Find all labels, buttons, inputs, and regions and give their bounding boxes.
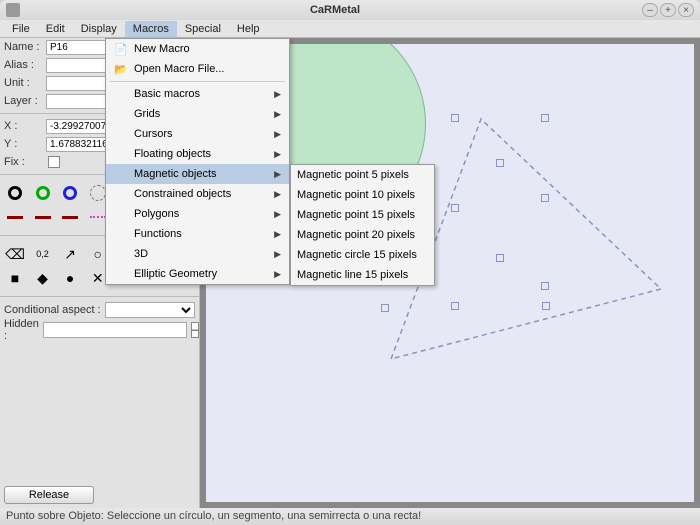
hidden-input[interactable] [43, 322, 187, 338]
precision-icon[interactable]: 0,2 [32, 243, 54, 265]
hidden-toggle[interactable]: – [191, 322, 199, 338]
menu-cursors[interactable]: Cursors▶ [106, 124, 289, 144]
new-macro-icon: 📄 [112, 43, 130, 56]
menu-grids[interactable]: Grids▶ [106, 104, 289, 124]
submenu-magnetic-line-15[interactable]: Magnetic line 15 pixels [291, 265, 434, 285]
unit-label: Unit : [4, 77, 46, 89]
handle[interactable] [541, 114, 549, 122]
status-text: Punto sobre Objeto: Seleccione un círcul… [6, 510, 421, 522]
menu-constrained-objects[interactable]: Constrained objects▶ [106, 184, 289, 204]
menu-help[interactable]: Help [229, 21, 268, 37]
magnetic-submenu: Magnetic point 5 pixels Magnetic point 1… [290, 164, 435, 286]
app-icon [6, 3, 20, 17]
submenu-arrow-icon: ▶ [250, 209, 281, 220]
macros-menu: 📄New Macro 📂Open Macro File... Basic mac… [105, 38, 290, 285]
layer-label: Layer : [4, 95, 46, 107]
menu-3d[interactable]: 3D▶ [106, 244, 289, 264]
submenu-arrow-icon: ▶ [250, 229, 281, 240]
maximize-button[interactable]: + [660, 3, 676, 17]
line-solid-icon[interactable] [4, 206, 26, 228]
menu-file[interactable]: File [4, 21, 38, 37]
diamond-icon[interactable]: ◆ [32, 267, 54, 289]
menu-display[interactable]: Display [73, 21, 125, 37]
y-label: Y : [4, 138, 46, 150]
menu-polygons[interactable]: Polygons▶ [106, 204, 289, 224]
circle-blue-icon[interactable] [59, 182, 81, 204]
fix-label: Fix : [4, 156, 46, 168]
submenu-arrow-icon: ▶ [250, 249, 281, 260]
menu-elliptic-geometry[interactable]: Elliptic Geometry▶ [106, 264, 289, 284]
submenu-arrow-icon: ▶ [250, 169, 281, 180]
circle-green-icon[interactable] [32, 182, 54, 204]
submenu-magnetic-circle-15[interactable]: Magnetic circle 15 pixels [291, 245, 434, 265]
release-label: Release [29, 489, 69, 501]
statusbar: Punto sobre Objeto: Seleccione un círcul… [0, 508, 700, 525]
close-button[interactable]: × [678, 3, 694, 17]
handle[interactable] [496, 254, 504, 262]
line-blue-icon[interactable] [59, 206, 81, 228]
menu-macros[interactable]: Macros [125, 21, 177, 37]
arrow-icon[interactable]: ↗ [59, 243, 81, 265]
menu-floating-objects[interactable]: Floating objects▶ [106, 144, 289, 164]
handle[interactable] [541, 194, 549, 202]
fix-checkbox[interactable] [48, 156, 60, 168]
handle[interactable] [451, 302, 459, 310]
conditional-select[interactable] [105, 302, 195, 318]
submenu-magnetic-point-5[interactable]: Magnetic point 5 pixels [291, 165, 434, 185]
handle[interactable] [451, 114, 459, 122]
handle[interactable] [496, 159, 504, 167]
alias-label: Alias : [4, 59, 46, 71]
dot-icon[interactable]: ● [59, 267, 81, 289]
name-label: Name : [4, 41, 46, 53]
submenu-arrow-icon: ▶ [250, 269, 281, 280]
submenu-arrow-icon: ▶ [250, 109, 281, 120]
menu-functions[interactable]: Functions▶ [106, 224, 289, 244]
line-green-icon[interactable] [32, 206, 54, 228]
minimize-button[interactable]: – [642, 3, 658, 17]
circle-black-icon[interactable] [4, 182, 26, 204]
menu-new-macro[interactable]: 📄New Macro [106, 39, 289, 59]
menu-magnetic-objects[interactable]: Magnetic objects▶ [106, 164, 289, 184]
submenu-magnetic-point-15[interactable]: Magnetic point 15 pixels [291, 205, 434, 225]
titlebar: CaRMetal – + × [0, 0, 700, 20]
menubar: File Edit Display Macros Special Help [0, 20, 700, 38]
menu-edit[interactable]: Edit [38, 21, 73, 37]
eraser-icon[interactable]: ⌫ [4, 243, 26, 265]
submenu-arrow-icon: ▶ [250, 149, 281, 160]
submenu-magnetic-point-20[interactable]: Magnetic point 20 pixels [291, 225, 434, 245]
submenu-arrow-icon: ▶ [250, 189, 281, 200]
menu-open-macro[interactable]: 📂Open Macro File... [106, 59, 289, 79]
release-button[interactable]: Release [4, 486, 94, 504]
app-title: CaRMetal [28, 4, 642, 16]
handle[interactable] [542, 302, 550, 310]
menu-basic-macros[interactable]: Basic macros▶ [106, 84, 289, 104]
hidden-label: Hidden : [4, 318, 39, 342]
submenu-arrow-icon: ▶ [250, 89, 281, 100]
submenu-magnetic-point-10[interactable]: Magnetic point 10 pixels [291, 185, 434, 205]
window-buttons: – + × [642, 3, 694, 17]
handle[interactable] [381, 304, 389, 312]
handle[interactable] [451, 204, 459, 212]
handle[interactable] [541, 282, 549, 290]
square-icon[interactable]: ■ [4, 267, 26, 289]
conditional-label: Conditional aspect : [4, 304, 101, 316]
menu-special[interactable]: Special [177, 21, 229, 37]
x-label: X : [4, 120, 46, 132]
open-macro-icon: 📂 [112, 63, 130, 76]
submenu-arrow-icon: ▶ [250, 129, 281, 140]
